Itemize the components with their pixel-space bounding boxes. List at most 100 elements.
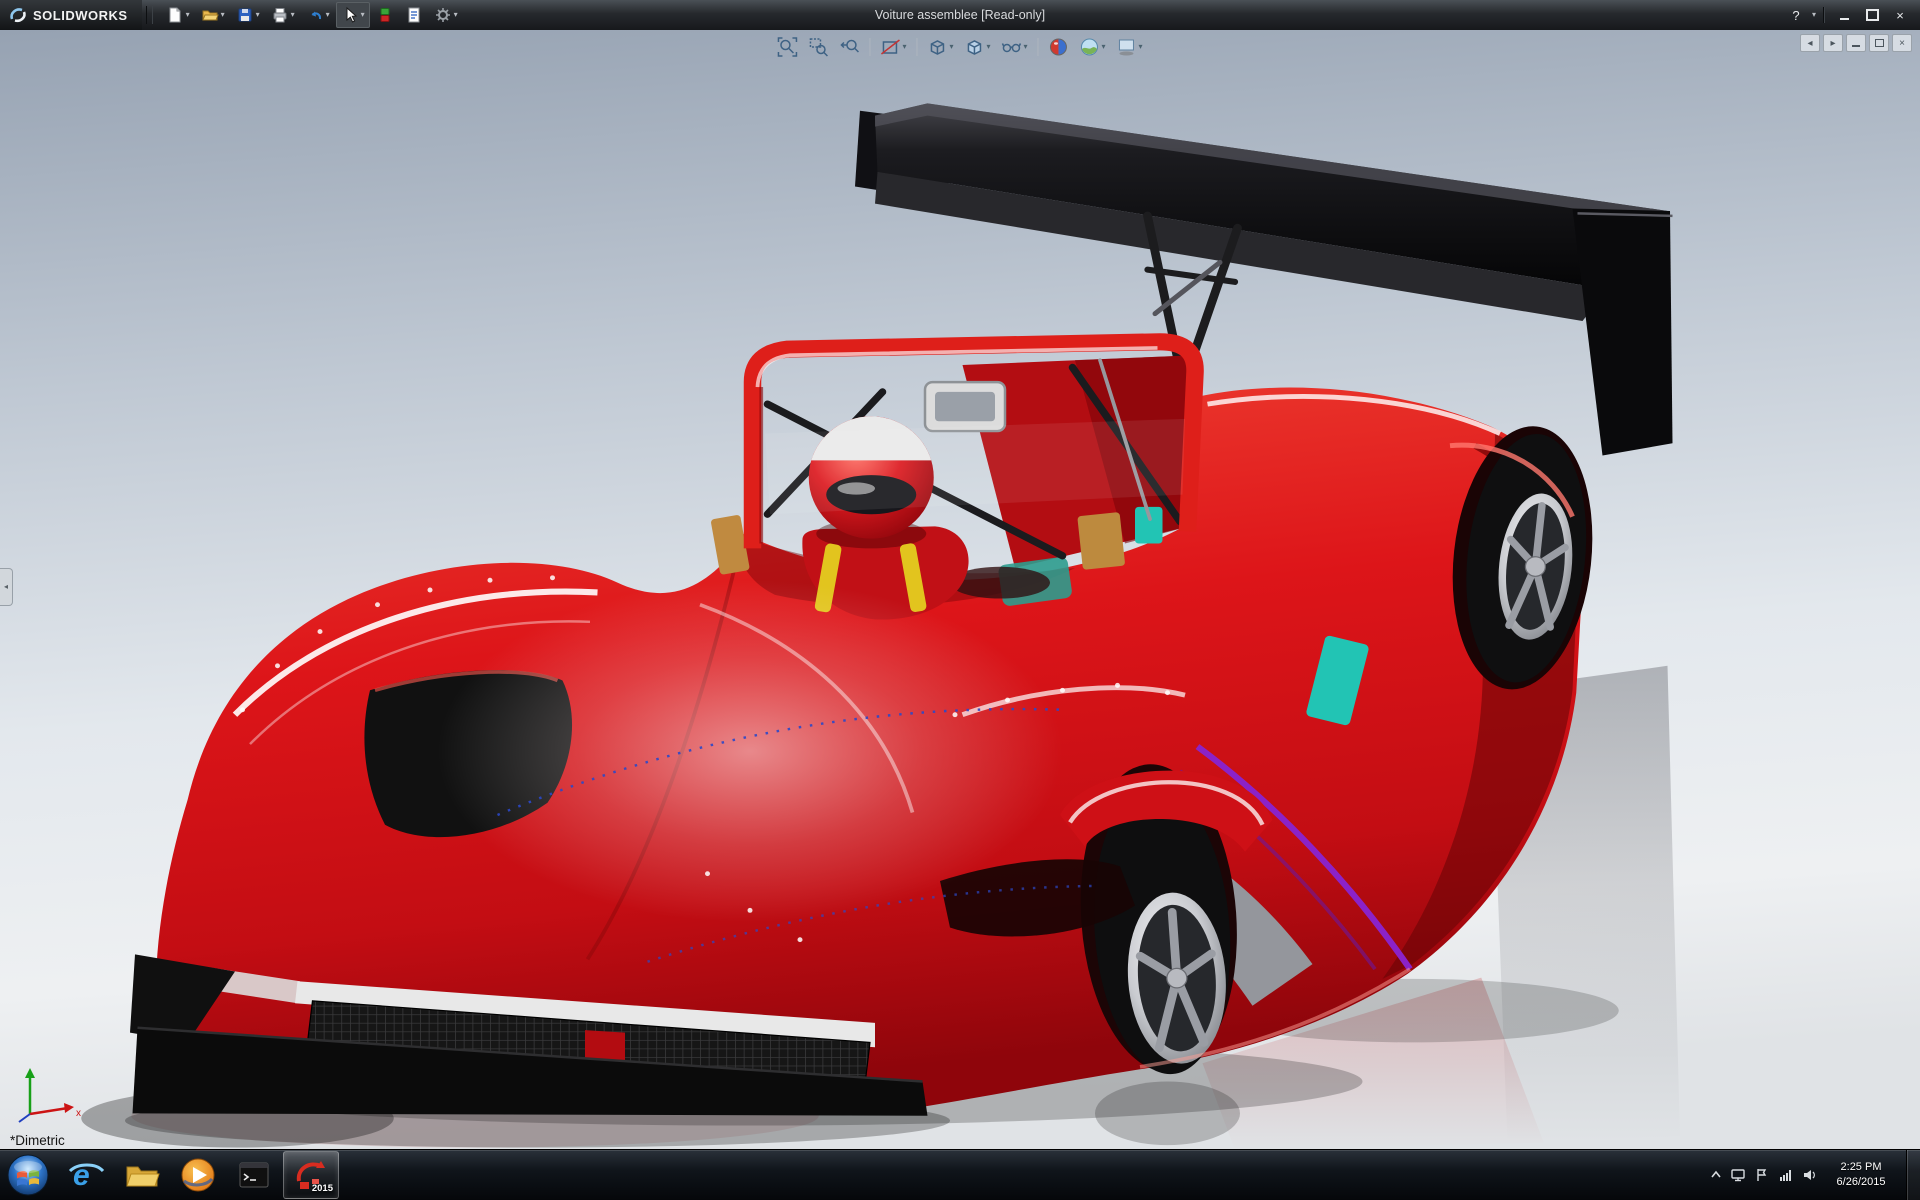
- options-button[interactable]: ▾: [429, 2, 463, 28]
- monitor-icon: [1730, 1167, 1746, 1183]
- tray-network-icon[interactable]: [1774, 1160, 1798, 1190]
- chevron-down-icon[interactable]: ▾: [326, 11, 330, 19]
- network-bars-icon: [1778, 1167, 1794, 1183]
- edit-appearance-icon: [1049, 37, 1069, 57]
- tray-display-icon[interactable]: [1726, 1160, 1750, 1190]
- view-orientation-button[interactable]: ▾: [923, 35, 957, 59]
- taskbar-item-internet-explorer[interactable]: e: [59, 1152, 113, 1198]
- divider: [869, 38, 870, 56]
- chevron-down-icon[interactable]: ▾: [1812, 11, 1816, 19]
- media-player-icon: [178, 1155, 218, 1195]
- taskbar-clock[interactable]: 2:25 PM 6/26/2015: [1822, 1160, 1900, 1190]
- undo-icon: [306, 6, 324, 24]
- select-button[interactable]: ▾: [336, 2, 370, 28]
- rebuild-icon: [376, 6, 394, 24]
- brand-name: SOLIDWORKS: [33, 8, 128, 23]
- save-button[interactable]: ▾: [231, 2, 265, 28]
- display-style-icon: [964, 37, 984, 57]
- open-folder-icon: [201, 6, 219, 24]
- divider: [1038, 38, 1039, 56]
- open-button[interactable]: ▾: [196, 2, 230, 28]
- view-settings-button[interactable]: ▾: [1113, 35, 1147, 59]
- previous-window-button[interactable]: ◂: [1800, 34, 1820, 52]
- rebuild-button[interactable]: [371, 2, 399, 28]
- feature-manager-collapse-tab[interactable]: ◂: [0, 568, 13, 606]
- help-button[interactable]: ?: [1784, 6, 1808, 25]
- edit-appearance-button[interactable]: [1045, 35, 1073, 59]
- next-window-button[interactable]: ▸: [1823, 34, 1843, 52]
- titlebar: SOLIDWORKS ▾ ▾ ▾: [0, 0, 1920, 30]
- chevron-down-icon[interactable]: ▾: [256, 11, 260, 19]
- show-desktop-button[interactable]: [1906, 1150, 1920, 1200]
- svg-text:x: x: [76, 1108, 81, 1119]
- minimize-document-button[interactable]: [1846, 34, 1866, 52]
- chevron-down-icon[interactable]: ▾: [186, 11, 190, 19]
- taskbar-item-windows-explorer[interactable]: [115, 1152, 169, 1198]
- select-cursor-icon: [341, 6, 359, 24]
- new-document-icon: [166, 6, 184, 24]
- chevron-down-icon[interactable]: ▾: [291, 11, 295, 19]
- interior-panel: [1077, 512, 1125, 570]
- show-hidden-icons-button[interactable]: [1706, 1160, 1726, 1190]
- divider: [1823, 7, 1825, 23]
- mirror[interactable]: [925, 382, 1005, 431]
- orientation-triad[interactable]: x: [12, 1064, 86, 1128]
- print-button[interactable]: ▾: [266, 2, 300, 28]
- chevron-down-icon[interactable]: ▾: [1024, 43, 1028, 51]
- heads-up-view-toolbar: ▾ ▾ ▾ ▾: [773, 35, 1146, 59]
- apply-scene-button[interactable]: ▾: [1076, 35, 1110, 59]
- zoom-to-area-icon: [808, 37, 828, 57]
- zoom-to-fit-button[interactable]: [773, 35, 801, 59]
- window-controls: ? ▾ ×: [1784, 6, 1920, 25]
- restore-document-button[interactable]: [1869, 34, 1889, 52]
- taskbar: e: [0, 1149, 1920, 1200]
- hide-show-items-icon: [1002, 37, 1022, 57]
- clock-date: 6/26/2015: [1826, 1175, 1896, 1190]
- minimize-button[interactable]: [1832, 6, 1856, 25]
- hide-show-items-button[interactable]: ▾: [998, 35, 1032, 59]
- undo-button[interactable]: ▾: [301, 2, 335, 28]
- taskbar-item-command-prompt[interactable]: [227, 1152, 281, 1198]
- chevron-down-icon[interactable]: ▾: [1139, 43, 1143, 51]
- tray-volume-icon[interactable]: [1798, 1160, 1822, 1190]
- taskbar-item-media-player[interactable]: [171, 1152, 225, 1198]
- internet-explorer-icon: e: [66, 1155, 106, 1195]
- taskbar-item-solidworks[interactable]: 2015: [283, 1151, 339, 1199]
- previous-view-icon: [839, 37, 859, 57]
- chevron-down-icon[interactable]: ▾: [221, 11, 225, 19]
- chevron-down-icon[interactable]: ▾: [986, 43, 990, 51]
- display-style-button[interactable]: ▾: [960, 35, 994, 59]
- divider: [916, 38, 917, 56]
- section-view-button[interactable]: ▾: [876, 35, 910, 59]
- previous-view-button[interactable]: [835, 35, 863, 59]
- command-prompt-icon: [234, 1155, 274, 1195]
- system-tray: 2:25 PM 6/26/2015: [1706, 1150, 1920, 1200]
- taskbar-items: e: [58, 1150, 340, 1200]
- zoom-to-area-button[interactable]: [804, 35, 832, 59]
- titlebar-toolbar: ▾ ▾ ▾ ▾: [157, 2, 463, 28]
- close-button[interactable]: ×: [1888, 6, 1912, 25]
- 3d-model-scene[interactable]: [0, 30, 1920, 1150]
- maximize-button[interactable]: [1860, 6, 1884, 25]
- file-properties-button[interactable]: [400, 2, 428, 28]
- apply-scene-icon: [1080, 37, 1100, 57]
- flag-icon: [1754, 1167, 1770, 1183]
- view-orientation-icon: [927, 37, 947, 57]
- graphics-area[interactable]: ▾ ▾ ▾ ▾: [0, 30, 1920, 1150]
- chevron-down-icon[interactable]: ▾: [949, 43, 953, 51]
- close-document-button[interactable]: ×: [1892, 34, 1912, 52]
- zoom-to-fit-icon: [777, 37, 797, 57]
- view-orientation-label: *Dimetric: [10, 1133, 65, 1148]
- options-gear-icon: [434, 6, 452, 24]
- new-document-button[interactable]: ▾: [161, 2, 195, 28]
- chevron-down-icon[interactable]: ▾: [361, 11, 365, 19]
- tray-action-center-icon[interactable]: [1750, 1160, 1774, 1190]
- folder-icon: [122, 1155, 162, 1195]
- chevron-down-icon[interactable]: ▾: [1102, 43, 1106, 51]
- file-properties-icon: [405, 6, 423, 24]
- start-button[interactable]: [4, 1151, 52, 1199]
- chevron-down-icon[interactable]: ▾: [902, 43, 906, 51]
- chevron-down-icon[interactable]: ▾: [454, 11, 458, 19]
- app-brand: SOLIDWORKS: [0, 0, 142, 30]
- speaker-icon: [1802, 1167, 1818, 1183]
